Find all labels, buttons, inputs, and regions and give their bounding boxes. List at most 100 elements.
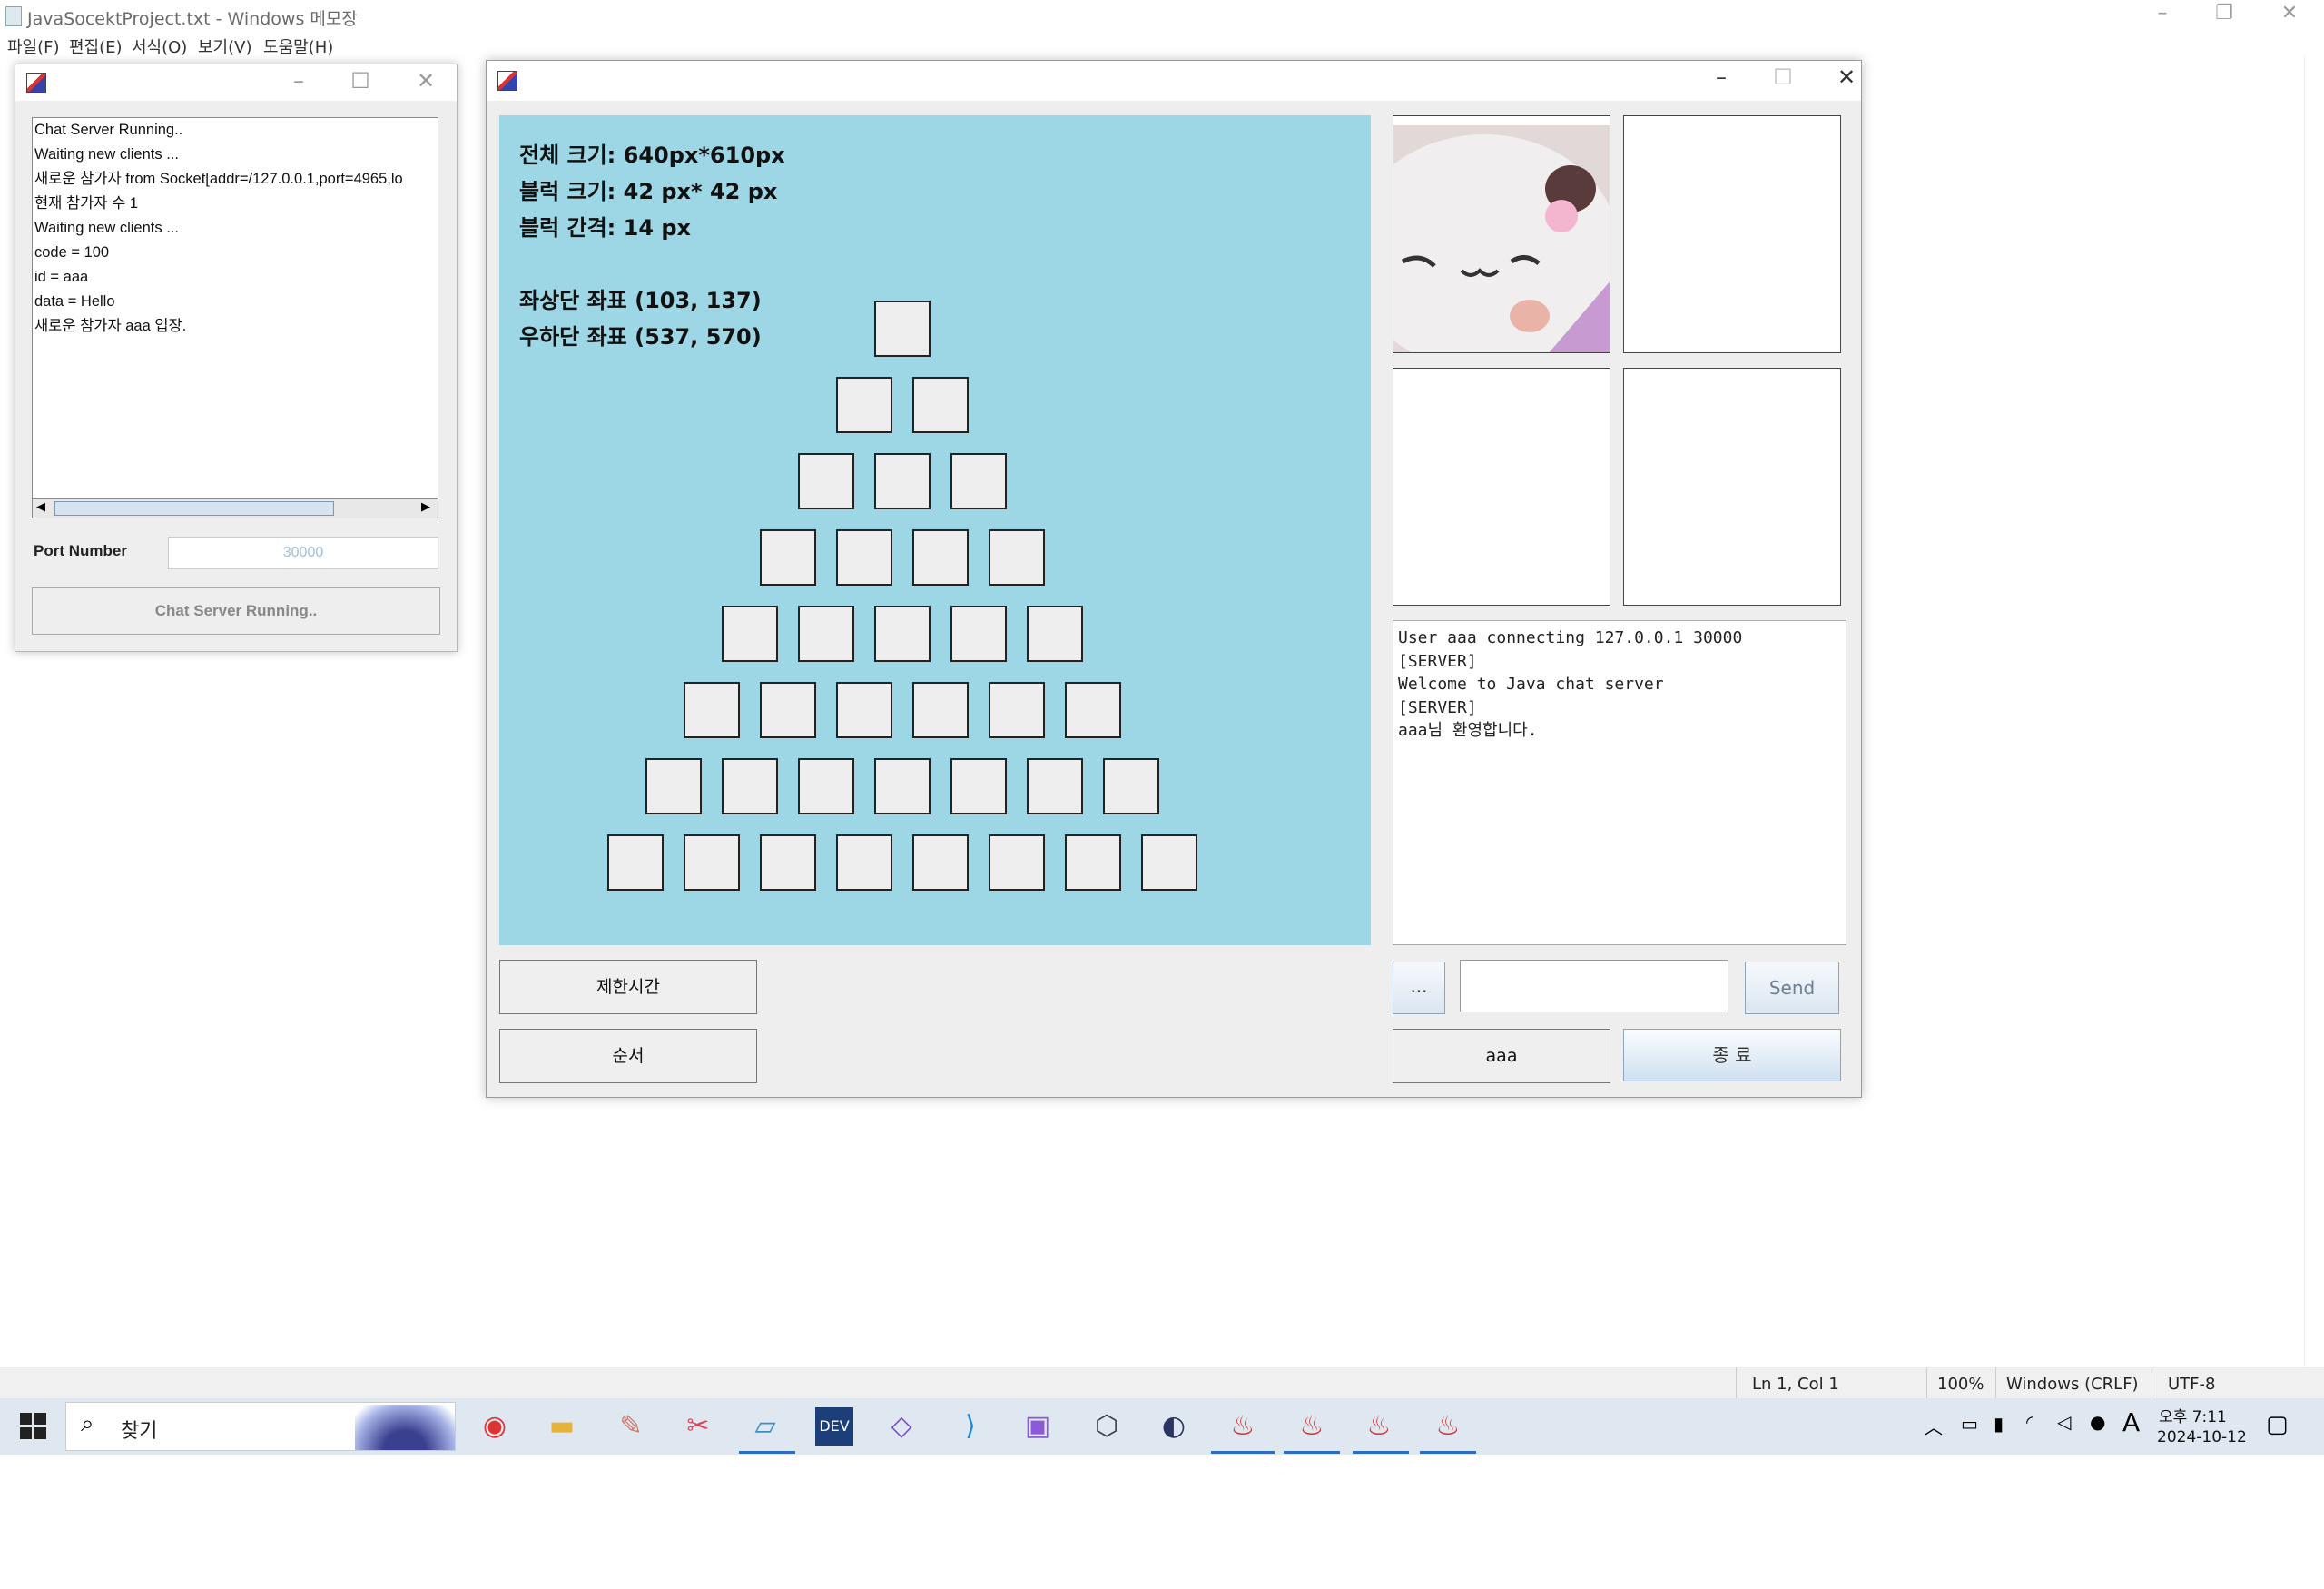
eclipse-icon[interactable]: ◐ [1155, 1407, 1193, 1446]
clock-date[interactable]: 2024-10-12 [2157, 1428, 2247, 1446]
pyramid-block[interactable] [607, 834, 664, 891]
intellij-icon[interactable]: ▣ [1019, 1407, 1057, 1446]
pyramid-block[interactable] [989, 834, 1045, 891]
pyramid-block[interactable] [1103, 758, 1159, 814]
pyramid-block[interactable] [874, 301, 931, 357]
pyramid-block[interactable] [836, 834, 892, 891]
menu-file[interactable]: 파일(F) [7, 35, 60, 58]
status-cursor-position: Ln 1, Col 1 [1752, 1375, 1839, 1394]
scroll-right-icon[interactable]: ▶ [421, 500, 430, 514]
file-explorer-icon[interactable]: ▬ [543, 1407, 581, 1446]
clock-time[interactable]: 오후 7:11 [2159, 1404, 2227, 1426]
notepad-vertical-scrollbar[interactable] [2304, 56, 2324, 1367]
pyramid-block[interactable] [798, 453, 854, 509]
pyramid-block[interactable] [722, 758, 778, 814]
notepad-taskbar-icon[interactable]: ▱ [746, 1407, 784, 1446]
pyramid-block[interactable] [989, 682, 1045, 738]
pyramid-block[interactable] [836, 682, 892, 738]
java-app-icon-4[interactable]: ♨ [1429, 1407, 1467, 1446]
menu-edit[interactable]: 편집(E) [69, 35, 123, 58]
server-log-area[interactable]: Chat Server Running.. Waiting new client… [32, 117, 438, 500]
unity-icon[interactable]: ⬡ [1088, 1407, 1126, 1446]
start-windows-icon[interactable] [20, 1413, 47, 1440]
chevron-up-icon[interactable]: ︿ [1925, 1413, 1943, 1439]
pyramid-block[interactable] [836, 529, 892, 586]
pyramid-block[interactable] [950, 453, 1007, 509]
java-app-icon-3[interactable]: ♨ [1360, 1407, 1398, 1446]
dev-cpp-icon[interactable]: DEV [815, 1407, 853, 1446]
wifi-icon[interactable]: ◜ [2026, 1411, 2034, 1433]
chrome-icon[interactable]: ◉ [476, 1407, 514, 1446]
chat-log-area[interactable]: User aaa connecting 127.0.0.1 30000 [SER… [1393, 620, 1846, 945]
maximize-icon[interactable]: ☐ [342, 68, 379, 94]
pyramid-block[interactable] [836, 377, 892, 433]
pyramid-block[interactable] [798, 758, 854, 814]
pyramid-block[interactable] [722, 606, 778, 662]
pyramid-block[interactable] [798, 606, 854, 662]
pyramid-block[interactable] [874, 758, 931, 814]
pyramid-block[interactable] [760, 834, 816, 891]
pyramid-block[interactable] [950, 758, 1007, 814]
exit-button[interactable]: 종 료 [1623, 1029, 1841, 1081]
log-line: data = Hello [34, 293, 115, 310]
pyramid-block[interactable] [1065, 682, 1121, 738]
log-line: 현재 참가자 수 1 [34, 195, 139, 212]
pyramid-block[interactable] [1027, 606, 1083, 662]
pyramid-block[interactable] [684, 834, 740, 891]
pyramid-block[interactable] [989, 529, 1045, 586]
menu-format[interactable]: 서식(O) [132, 35, 187, 58]
pyramid-block[interactable] [950, 606, 1007, 662]
volume-icon[interactable]: ◁ [2057, 1411, 2071, 1433]
visual-studio-icon[interactable]: ◇ [882, 1407, 921, 1446]
pyramid-block[interactable] [1027, 758, 1083, 814]
order-button[interactable]: 순서 [499, 1029, 757, 1083]
meet-icon[interactable]: ▭ [1961, 1413, 1978, 1435]
pyramid-block[interactable] [1141, 834, 1197, 891]
info-block-gap: 블럭 간격: 14 px [519, 215, 692, 241]
pyramid-block[interactable] [760, 682, 816, 738]
scroll-thumb[interactable] [54, 501, 334, 516]
log-line: 새로운 참가자 aaa 입장. [34, 318, 187, 334]
ime-indicator[interactable]: A [2122, 1407, 2140, 1437]
vscode-icon[interactable]: ⟩ [951, 1407, 990, 1446]
pyramid-block[interactable] [760, 529, 816, 586]
send-button[interactable]: Send [1745, 962, 1839, 1014]
minimize-icon[interactable]: – [2135, 2, 2190, 25]
menu-view[interactable]: 보기(V) [198, 35, 251, 58]
chat-line: aaa님 환영합니다. [1398, 721, 1538, 740]
minimize-icon[interactable]: – [281, 68, 317, 94]
paint-icon[interactable]: ✎ [612, 1407, 650, 1446]
close-icon[interactable]: ✕ [2262, 2, 2317, 25]
pyramid-block[interactable] [684, 682, 740, 738]
restore-icon[interactable]: ❐ [2197, 2, 2251, 25]
taskbar-search-box[interactable]: ⌕ 찾기 [65, 1402, 456, 1451]
close-icon[interactable]: ✕ [1828, 64, 1865, 90]
time-limit-button[interactable]: 제한시간 [499, 960, 757, 1014]
pyramid-block[interactable] [1065, 834, 1121, 891]
battery-icon[interactable]: ▮ [1994, 1413, 2004, 1435]
pyramid-block[interactable] [874, 606, 931, 662]
notification-icon[interactable]: ▢ [2266, 1411, 2289, 1438]
minimize-icon[interactable]: – [1703, 64, 1739, 90]
chat-server-running-button[interactable]: Chat Server Running.. [32, 587, 440, 635]
menu-help[interactable]: 도움말(H) [263, 35, 333, 58]
snipping-tool-icon[interactable]: ✂ [679, 1407, 717, 1446]
user-name-button[interactable]: aaa [1393, 1029, 1610, 1083]
server-log-horizontal-scrollbar[interactable]: ◀ ▶ [32, 498, 438, 518]
player-tile-1 [1393, 115, 1610, 353]
scroll-left-icon[interactable]: ◀ [36, 500, 45, 514]
pyramid-block[interactable] [912, 529, 969, 586]
pyramid-block[interactable] [912, 682, 969, 738]
emoticon-button[interactable]: ... [1393, 962, 1445, 1014]
port-number-input[interactable]: 30000 [168, 537, 438, 569]
close-icon[interactable]: ✕ [408, 68, 444, 94]
java-app-icon-2[interactable]: ♨ [1293, 1407, 1331, 1446]
maximize-icon[interactable]: ☐ [1765, 64, 1801, 90]
pyramid-block[interactable] [874, 453, 931, 509]
pyramid-block[interactable] [645, 758, 702, 814]
chat-bubble-icon[interactable]: ● [2090, 1411, 2105, 1433]
pyramid-block[interactable] [912, 377, 969, 433]
java-app-icon-1[interactable]: ♨ [1224, 1407, 1262, 1446]
pyramid-block[interactable] [912, 834, 969, 891]
message-input[interactable] [1460, 960, 1728, 1012]
